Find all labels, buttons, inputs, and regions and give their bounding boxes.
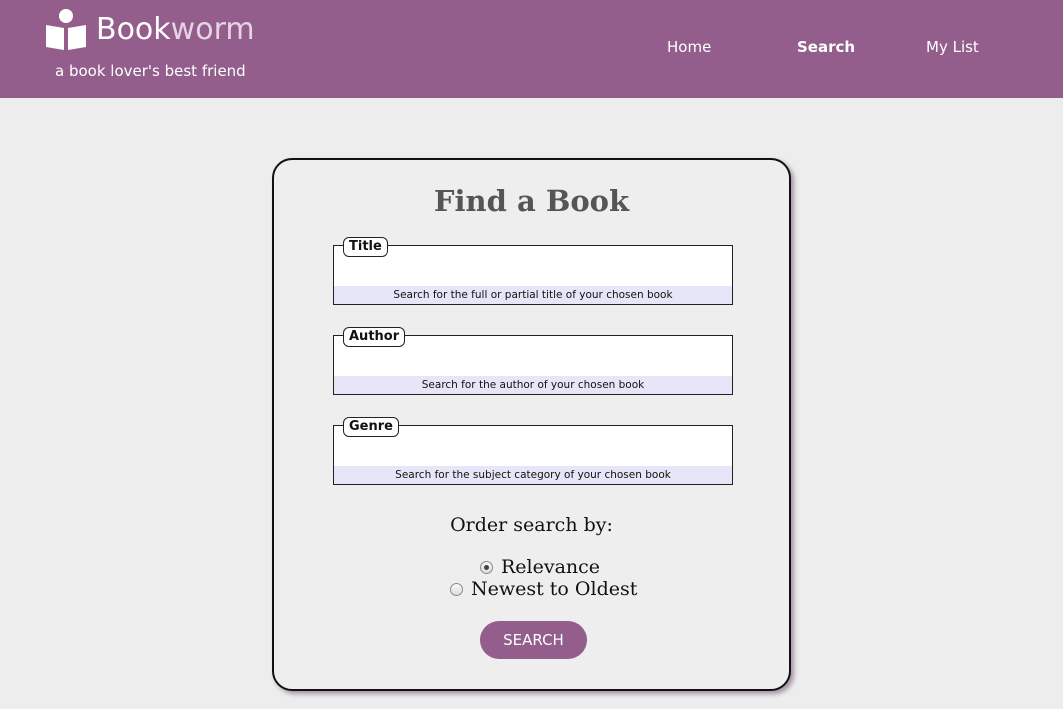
- newest-radio[interactable]: [450, 582, 463, 596]
- genre-label: Genre: [343, 417, 399, 437]
- title-label: Title: [343, 237, 388, 257]
- brand-name: Bookworm: [96, 12, 255, 47]
- relevance-label: Relevance: [501, 556, 601, 578]
- author-field: Search for the author of your chosen boo…: [333, 327, 733, 395]
- order-option-newest[interactable]: Newest to Oldest: [450, 578, 637, 600]
- order-label: Order search by:: [450, 514, 613, 536]
- search-button[interactable]: SEARCH: [480, 621, 587, 659]
- relevance-radio[interactable]: [480, 560, 493, 574]
- logo[interactable]: Bookworm: [44, 8, 255, 52]
- nav-my-list[interactable]: My List: [926, 38, 979, 56]
- order-option-relevance[interactable]: Relevance: [480, 556, 600, 578]
- search-card: Find a Book Search for the full or parti…: [272, 158, 791, 691]
- tagline: a book lover's best friend: [55, 62, 246, 80]
- site-header: Bookworm a book lover's best friend Home…: [0, 0, 1063, 98]
- nav-home[interactable]: Home: [667, 38, 711, 56]
- book-reader-icon: [46, 9, 86, 50]
- title-input[interactable]: [334, 246, 732, 286]
- title-field: Search for the full or partial title of …: [333, 237, 733, 305]
- newest-label: Newest to Oldest: [471, 578, 638, 600]
- author-label: Author: [343, 327, 406, 347]
- genre-hint: Search for the subject category of your …: [334, 466, 732, 484]
- title-hint: Search for the full or partial title of …: [334, 286, 732, 304]
- nav-search[interactable]: Search: [797, 38, 855, 56]
- genre-field: Search for the subject category of your …: [333, 417, 733, 485]
- page-title: Find a Book: [433, 184, 630, 218]
- author-hint: Search for the author of your chosen boo…: [334, 376, 732, 394]
